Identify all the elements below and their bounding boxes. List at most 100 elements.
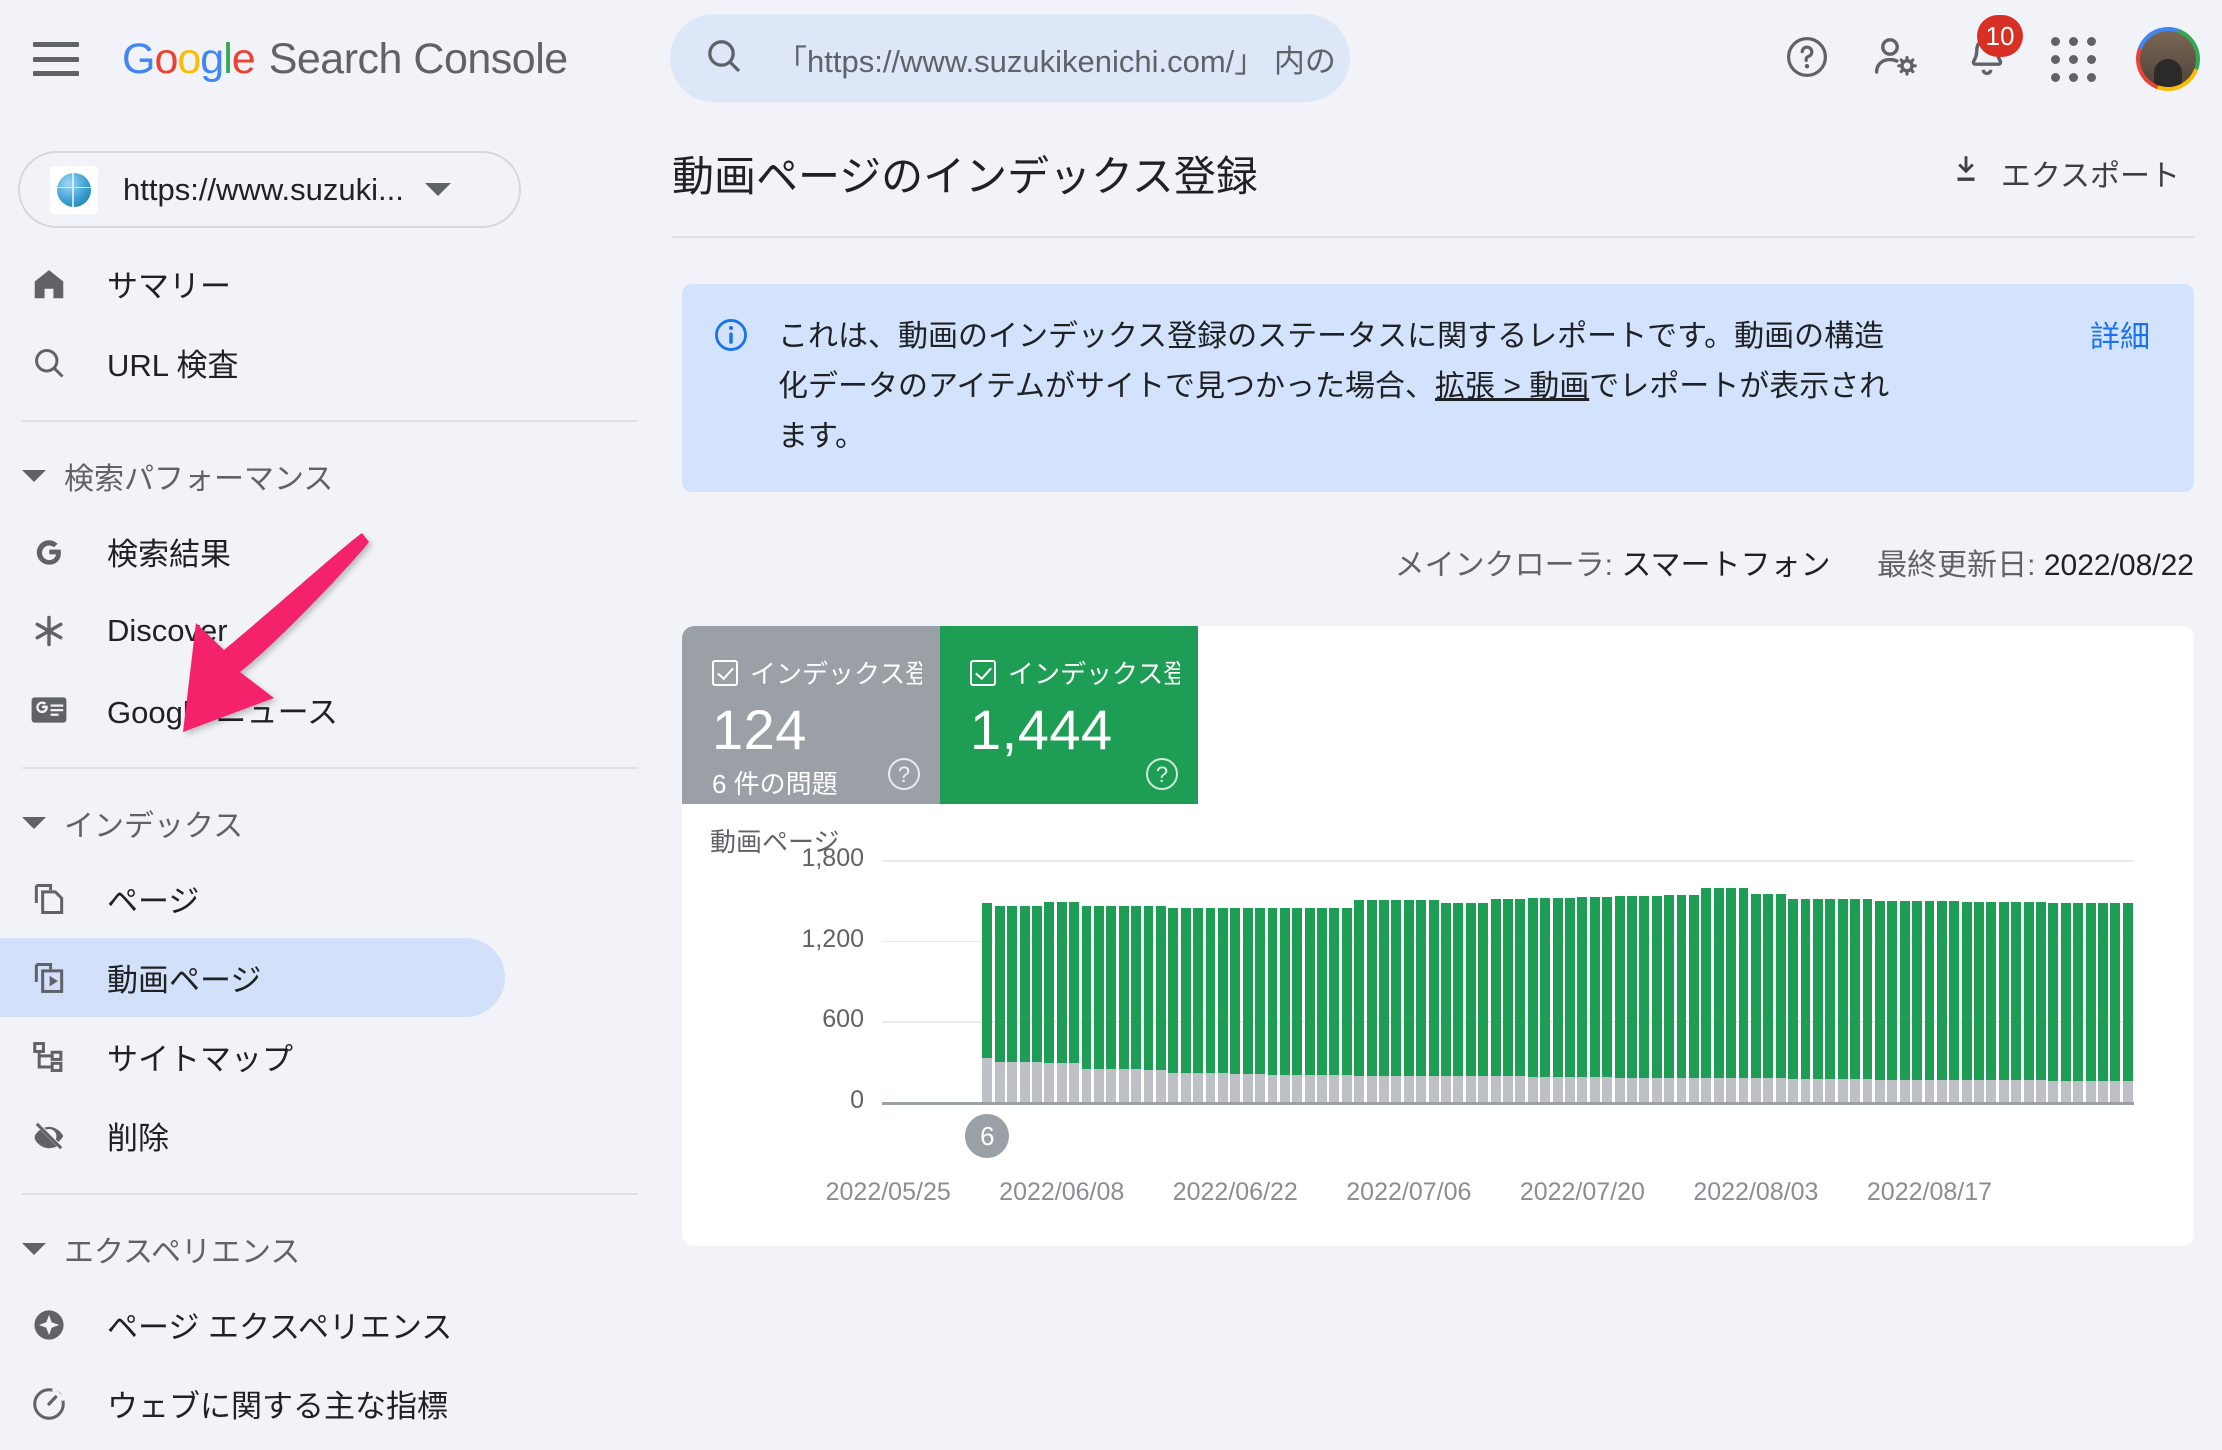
chart-bar[interactable] [1155, 906, 1166, 1102]
chart-bar[interactable] [1341, 908, 1352, 1102]
info-banner-more-link[interactable]: 詳細 [2090, 312, 2150, 356]
chart-bar[interactable] [1825, 898, 1836, 1102]
sidebar-item-search-results[interactable]: 検索結果 [0, 512, 505, 591]
checkbox-checked-icon[interactable] [970, 659, 996, 686]
export-button[interactable]: エクスポート [1949, 151, 2180, 195]
chart-bar[interactable] [982, 903, 993, 1102]
chart-bar[interactable] [2011, 902, 2022, 1102]
chart-bar[interactable] [1627, 896, 1637, 1102]
property-selector[interactable]: https://www.suzuki... [18, 151, 521, 228]
checkbox-checked-icon[interactable] [712, 659, 738, 686]
chart-bar[interactable] [1750, 894, 1761, 1102]
chart-bar[interactable] [1292, 908, 1303, 1102]
chart-bar[interactable] [1676, 894, 1687, 1102]
chart-bar[interactable] [1329, 908, 1340, 1102]
metric-tile-not-indexed[interactable]: インデックス登... 124 6 件の問題 ? [682, 626, 940, 804]
chart-bar[interactable] [1589, 896, 1600, 1102]
chart-bar[interactable] [1912, 901, 1923, 1102]
chart-bar[interactable] [1205, 907, 1216, 1102]
chart-bar[interactable] [1924, 901, 1935, 1102]
chart-bar[interactable] [2122, 903, 2133, 1102]
chart-bar[interactable] [1453, 903, 1464, 1102]
chart-bar[interactable] [1726, 887, 1737, 1102]
chart-bar[interactable] [1837, 898, 1848, 1102]
chart-bar[interactable] [1441, 903, 1451, 1102]
chart-bar[interactable] [1242, 907, 1253, 1102]
chart-bar[interactable] [1577, 896, 1588, 1102]
chart-bar[interactable] [1304, 908, 1315, 1102]
chart-bar[interactable] [2098, 903, 2108, 1102]
chart-bar[interactable] [1540, 897, 1551, 1102]
chart-bar[interactable] [1143, 906, 1154, 1102]
chart-bar[interactable] [1217, 907, 1228, 1102]
chart-bar[interactable] [1527, 897, 1538, 1102]
chart-bar[interactable] [1118, 906, 1129, 1102]
chart-bar[interactable] [1936, 901, 1947, 1102]
sidebar-item-core-web-vitals[interactable]: ウェブに関する主な指標 [0, 1364, 505, 1443]
chart-bar[interactable] [1688, 894, 1699, 1102]
bell-icon[interactable]: 10 [1963, 14, 2023, 86]
help-circle-icon[interactable]: ? [888, 758, 920, 790]
chart-bar[interactable] [1639, 896, 1650, 1102]
sidebar-item-sitemaps[interactable]: サイトマップ [0, 1017, 505, 1096]
sidebar-item-page-experience[interactable]: ページ エクスペリエンス [0, 1285, 505, 1364]
chart-bar[interactable] [1081, 906, 1092, 1102]
chart-bar[interactable] [1713, 887, 1724, 1102]
chart-bar[interactable] [1056, 901, 1067, 1102]
avatar[interactable] [2136, 27, 2200, 91]
chart-bar[interactable] [1267, 908, 1278, 1102]
chart-bar[interactable] [2060, 903, 2071, 1102]
chart-bar[interactable] [1974, 902, 1984, 1102]
chart-bar[interactable] [1193, 907, 1204, 1102]
chart-bar[interactable] [1379, 899, 1389, 1102]
chart-bar[interactable] [1044, 901, 1055, 1102]
chart-bar[interactable] [1862, 898, 1873, 1102]
chart-bar[interactable] [2023, 902, 2034, 1102]
chart-bar[interactable] [1701, 887, 1712, 1102]
chart-bar[interactable] [1354, 899, 1365, 1102]
chart-bar[interactable] [1763, 894, 1774, 1102]
chart-bar[interactable] [1106, 906, 1117, 1102]
chart-bar[interactable] [1279, 908, 1290, 1102]
chart-bar[interactable] [2048, 903, 2059, 1102]
chart-bar[interactable] [1403, 899, 1414, 1102]
chart-bar[interactable] [1478, 903, 1489, 1102]
chart-bar[interactable] [1887, 901, 1898, 1102]
chart-bar[interactable] [1874, 901, 1885, 1102]
help-circle-icon[interactable] [1783, 33, 1831, 86]
sidebar-item-pages[interactable]: ページ [0, 859, 505, 938]
chart-bar[interactable] [1961, 902, 1972, 1102]
chart-bar[interactable] [1949, 901, 1960, 1102]
chart-bar[interactable] [1775, 894, 1786, 1102]
chart-bar[interactable] [1998, 902, 2009, 1102]
chart-bar[interactable] [1031, 905, 1042, 1102]
bar-chart[interactable]: 0 600 1,200 1,800 2022/05/25 2022/06/08 2022/0… [682, 804, 2194, 1246]
chart-bar[interactable] [1428, 899, 1439, 1102]
sidebar-item-removals[interactable]: 削除 [0, 1096, 505, 1175]
chart-bar[interactable] [1651, 895, 1662, 1102]
chart-bar[interactable] [1664, 894, 1675, 1102]
sidebar-item-url-inspection[interactable]: URL 検査 [0, 323, 505, 402]
sidebar-item-discover[interactable]: Discover [0, 591, 505, 670]
chart-bar[interactable] [1800, 898, 1811, 1102]
chart-bar[interactable] [1255, 907, 1266, 1102]
apps-grid-icon[interactable] [2051, 36, 2096, 82]
chart-bar[interactable] [1131, 906, 1142, 1102]
chart-bar[interactable] [1180, 907, 1191, 1102]
chart-bar[interactable] [1391, 899, 1402, 1102]
sidebar-item-video-pages[interactable]: 動画ページ [0, 938, 505, 1017]
hamburger-icon[interactable] [33, 42, 79, 76]
sidebar-item-google-news[interactable]: Google ニュース [0, 670, 505, 749]
chart-bar[interactable] [2085, 903, 2096, 1102]
chart-bar[interactable] [1552, 897, 1563, 1102]
chart-bar[interactable] [1614, 896, 1625, 1102]
chart-bar[interactable] [1019, 905, 1030, 1102]
chart-bar[interactable] [1465, 903, 1476, 1102]
chart-bar[interactable] [1602, 896, 1613, 1102]
metric-tile-indexed[interactable]: インデックス登... 1,444 ? [940, 626, 1198, 804]
chart-bar[interactable] [1168, 907, 1179, 1102]
help-circle-icon[interactable]: ? [1146, 758, 1178, 790]
chart-bar[interactable] [1503, 898, 1513, 1102]
chart-bar[interactable] [1007, 905, 1018, 1102]
chart-bar[interactable] [2110, 903, 2121, 1102]
